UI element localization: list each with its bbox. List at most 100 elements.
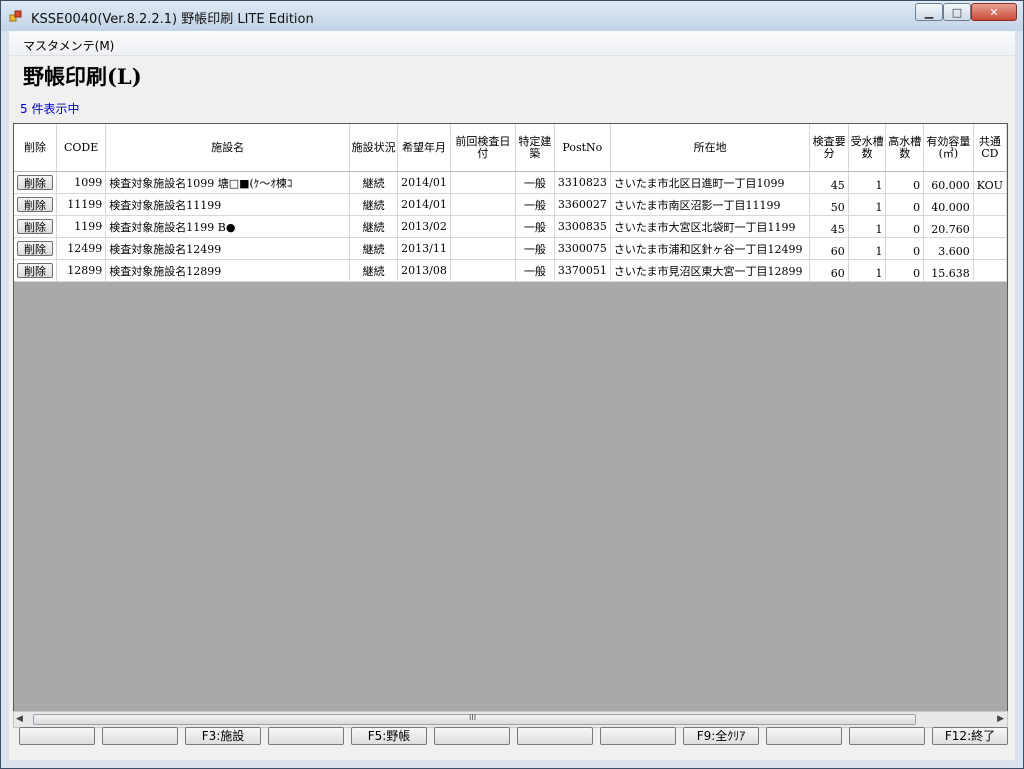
col-header-prev-date[interactable]: 前回検査日付 [450,124,516,172]
cell-prev-date[interactable] [450,215,516,238]
f10-button[interactable] [766,727,842,745]
table-row[interactable]: 削除 12899 検査対象施設名12899 継続 2013/08 一般 3370… [14,259,1007,282]
table-row[interactable]: 削除 12499 検査対象施設名12499 継続 2013/11 一般 3300… [14,237,1007,260]
cell-high-tanks[interactable]: 0 [885,237,925,260]
cell-desired-ym[interactable]: 2014/01 [397,171,451,194]
cell-high-tanks[interactable]: 0 [885,215,925,238]
col-header-postno[interactable]: PostNo [554,124,611,172]
table-row[interactable]: 削除 1099 検査対象施設名1099 塘□■(ｹ～ｵ楝ｺ 継続 2014/01… [14,171,1007,194]
cell-status[interactable]: 継続 [349,171,399,194]
cell-recv-tanks[interactable]: 1 [848,237,887,260]
cell-prev-date[interactable] [450,193,516,216]
cell-capacity[interactable]: 40.000 [923,193,974,216]
cell-recv-tanks[interactable]: 1 [848,215,887,238]
cell-code[interactable]: 12899 [56,259,107,282]
cell-high-tanks[interactable]: 0 [885,193,925,216]
col-header-name[interactable]: 施設名 [105,124,351,172]
cell-postno[interactable]: 3360027 [554,193,611,216]
f3-button[interactable]: F3:施設 [185,727,261,745]
col-header-inspection[interactable]: 検査要分 [809,124,849,172]
f8-button[interactable] [600,727,676,745]
cell-recv-tanks[interactable]: 1 [848,171,887,194]
delete-row-button[interactable]: 削除 [17,219,53,234]
cell-desired-ym[interactable]: 2013/02 [397,215,451,238]
close-button[interactable]: ✕ [971,3,1017,21]
title-bar[interactable]: KSSE0040(Ver.8.2.2.1) 野帳印刷 LITE Edition … [1,1,1023,31]
data-grid[interactable]: 削除 CODE 施設名 施設状況 希望年月 前回検査日付 特定建築 PostNo… [13,123,1008,713]
delete-row-button[interactable]: 削除 [17,263,53,278]
cell-desired-ym[interactable]: 2013/08 [397,259,451,282]
col-header-status[interactable]: 施設状況 [349,124,399,172]
cell-status[interactable]: 継続 [349,215,399,238]
f5-button[interactable]: F5:野帳 [351,727,427,745]
cell-name[interactable]: 検査対象施設名1099 塘□■(ｹ～ｵ楝ｺ [105,171,351,194]
cell-inspection[interactable]: 45 [809,215,849,238]
cell-prev-date[interactable] [450,237,516,260]
cell-address[interactable]: さいたま市浦和区針ヶ谷一丁目12499 [610,237,811,260]
cell-name[interactable]: 検査対象施設名12499 [105,237,351,260]
cell-name[interactable]: 検査対象施設名1199 B● [105,215,351,238]
col-header-desired-ym[interactable]: 希望年月 [397,124,451,172]
cell-shared[interactable] [973,215,1007,238]
col-header-special[interactable]: 特定建築 [515,124,555,172]
f2-button[interactable] [102,727,178,745]
cell-address[interactable]: さいたま市大宮区北袋町一丁目1199 [610,215,811,238]
f1-button[interactable] [19,727,95,745]
cell-code[interactable]: 1199 [56,215,107,238]
f6-button[interactable] [434,727,510,745]
cell-status[interactable]: 継続 [349,237,399,260]
col-header-recv-tanks[interactable]: 受水槽数 [848,124,887,172]
col-header-address[interactable]: 所在地 [610,124,811,172]
cell-special[interactable]: 一般 [515,193,555,216]
cell-recv-tanks[interactable]: 1 [848,193,887,216]
cell-address[interactable]: さいたま市見沼区東大宮一丁目12899 [610,259,811,282]
col-header-shared[interactable]: 共通CD [973,124,1007,172]
cell-special[interactable]: 一般 [515,171,555,194]
cell-desired-ym[interactable]: 2014/01 [397,193,451,216]
delete-row-button[interactable]: 削除 [17,241,53,256]
f11-button[interactable] [849,727,925,745]
cell-capacity[interactable]: 20.760 [923,215,974,238]
cell-status[interactable]: 継続 [349,259,399,282]
cell-prev-date[interactable] [450,259,516,282]
cell-inspection[interactable]: 45 [809,171,849,194]
table-row[interactable]: 削除 1199 検査対象施設名1199 B● 継続 2013/02 一般 330… [14,215,1007,238]
cell-recv-tanks[interactable]: 1 [848,259,887,282]
maximize-button[interactable]: □ [943,3,971,21]
cell-postno[interactable]: 3310823 [554,171,611,194]
cell-special[interactable]: 一般 [515,237,555,260]
delete-row-button[interactable]: 削除 [17,175,53,190]
cell-shared[interactable] [973,259,1007,282]
menu-item-maintenance[interactable]: マスタメンテ(M) [23,37,114,54]
col-header-code[interactable]: CODE [56,124,107,172]
cell-status[interactable]: 継続 [349,193,399,216]
cell-capacity[interactable]: 3.600 [923,237,974,260]
col-header-capacity[interactable]: 有効容量(㎥) [923,124,974,172]
cell-postno[interactable]: 3370051 [554,259,611,282]
cell-special[interactable]: 一般 [515,215,555,238]
cell-capacity[interactable]: 15.638 [923,259,974,282]
cell-address[interactable]: さいたま市南区沼影一丁目11199 [610,193,811,216]
f12-button[interactable]: F12:終了 [932,727,1008,745]
cell-address[interactable]: さいたま市北区日進町一丁目1099 [610,171,811,194]
cell-inspection[interactable]: 60 [809,259,849,282]
f4-button[interactable] [268,727,344,745]
cell-capacity[interactable]: 60.000 [923,171,974,194]
cell-postno[interactable]: 3300835 [554,215,611,238]
cell-high-tanks[interactable]: 0 [885,259,925,282]
cell-high-tanks[interactable]: 0 [885,171,925,194]
cell-shared[interactable]: KOU [973,171,1007,194]
cell-inspection[interactable]: 60 [809,237,849,260]
cell-code[interactable]: 11199 [56,193,107,216]
cell-shared[interactable] [973,237,1007,260]
cell-prev-date[interactable] [450,171,516,194]
col-header-delete[interactable]: 削除 [14,124,57,172]
f9-button[interactable]: F9:全ｸﾘｱ [683,727,759,745]
cell-name[interactable]: 検査対象施設名11199 [105,193,351,216]
col-header-high-tanks[interactable]: 高水槽数 [885,124,925,172]
minimize-button[interactable]: ▁ [915,3,943,21]
cell-code[interactable]: 12499 [56,237,107,260]
cell-name[interactable]: 検査対象施設名12899 [105,259,351,282]
cell-inspection[interactable]: 50 [809,193,849,216]
cell-code[interactable]: 1099 [56,171,107,194]
